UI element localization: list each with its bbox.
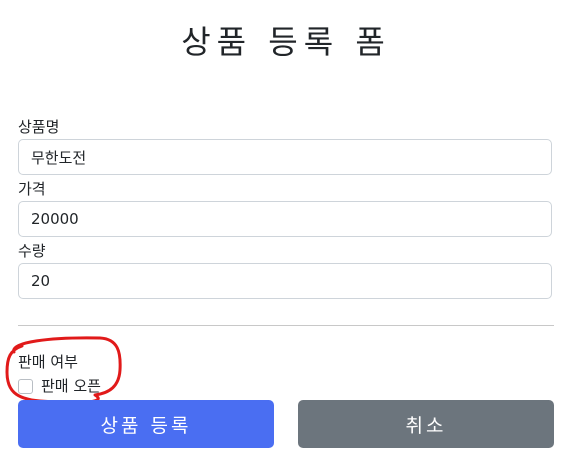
open-sale-checkbox[interactable] xyxy=(18,378,33,394)
item-name-input[interactable] xyxy=(18,139,552,175)
price-label: 가격 xyxy=(18,180,46,198)
open-sale-label[interactable]: 판매 오픈 xyxy=(41,376,101,396)
quantity-input[interactable] xyxy=(18,263,552,299)
open-sale-option[interactable]: 판매 오픈 xyxy=(18,375,101,397)
cancel-button[interactable]: 취소 xyxy=(298,400,554,448)
price-input[interactable] xyxy=(18,201,552,237)
register-item-button[interactable]: 상품 등록 xyxy=(18,400,274,448)
item-name-label: 상품명 xyxy=(18,118,60,136)
sale-status-heading: 판매 여부 xyxy=(18,353,78,371)
section-divider xyxy=(18,325,554,326)
item-register-page: 상품 등록 폼 상품명 가격 수량 판매 여부 판매 오픈 상품 등록 취소 xyxy=(0,0,572,462)
page-title: 상품 등록 폼 xyxy=(181,23,391,61)
quantity-label: 수량 xyxy=(18,242,46,260)
